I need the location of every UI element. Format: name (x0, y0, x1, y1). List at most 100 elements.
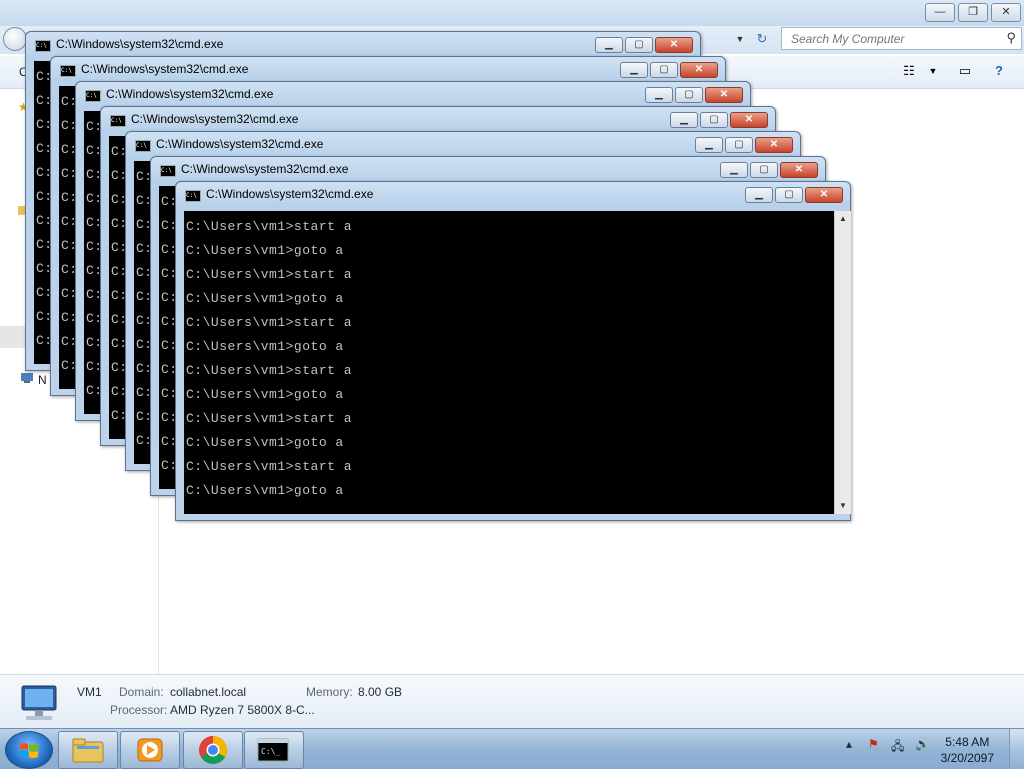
preview-pane-icon[interactable]: ▭ (956, 63, 974, 79)
cmd-window-icon[interactable]: C:\ (35, 40, 51, 52)
cmd-window-title: C:\Windows\system32\cmd.exe (156, 137, 324, 151)
address-dropdown-icon[interactable]: ▼ (733, 30, 747, 48)
cmd-icon: C:\_ (257, 738, 289, 762)
minimize-button[interactable]: ▁ (745, 187, 773, 203)
cmd-window-icon[interactable]: C:\ (110, 115, 126, 127)
close-button[interactable]: ✕ (655, 37, 693, 53)
console-line: C:\Users\vm1>start a (186, 411, 353, 426)
cmd-window-icon[interactable]: C:\ (60, 65, 76, 77)
scroll-down-arrow-icon[interactable]: ▼ (835, 498, 851, 514)
explorer-close-button[interactable]: ✕ (991, 3, 1021, 22)
nav-network-label: N (38, 373, 47, 387)
cmd-window-title: C:\Windows\system32\cmd.exe (106, 87, 274, 101)
svg-text:C:\_: C:\_ (261, 747, 280, 756)
windows-logo-icon (20, 743, 38, 758)
domain-label: Domain: (119, 685, 164, 699)
console-line: C:\Users\vm1>start a (186, 219, 353, 234)
clock-date: 3/20/2097 (940, 751, 994, 765)
domain-value: collabnet.local (170, 685, 247, 699)
cmd-titlebar[interactable]: C:\ C:\Windows\system32\cmd.exe ▁ ▢ ✕ (26, 32, 700, 58)
console-line: C:\Users\vm1>start a (186, 267, 353, 282)
cmd-window-icon[interactable]: C:\ (85, 90, 101, 102)
cmd-titlebar[interactable]: C:\ C:\Windows\system32\cmd.exe ▁ ▢ ✕ (126, 132, 800, 158)
close-button[interactable]: ✕ (730, 112, 768, 128)
cmd-window-title: C:\Windows\system32\cmd.exe (206, 187, 374, 201)
nav-item-network[interactable]: N (20, 372, 47, 387)
cmd-titlebar[interactable]: C:\ C:\Windows\system32\cmd.exe ▁ ▢ ✕ (151, 157, 825, 183)
view-dropdown-icon[interactable]: ▼ (924, 63, 942, 79)
show-hidden-icons-icon[interactable]: ▴ (846, 737, 852, 751)
computer-name: VM1 (77, 685, 102, 699)
taskbar-explorer-button[interactable] (58, 731, 118, 769)
taskbar-media-player-button[interactable] (120, 731, 180, 769)
search-box[interactable]: ⚲ (781, 27, 1022, 50)
back-button[interactable] (3, 27, 27, 51)
console-line: C:\Users\vm1>start a (186, 363, 353, 378)
maximize-button[interactable]: ▢ (775, 187, 803, 203)
console-line: C:\Users\vm1>goto a (186, 339, 344, 354)
clock[interactable]: 5:48 AM 3/20/2097 (941, 734, 994, 766)
console-line: C:\Users\vm1>goto a (186, 435, 344, 450)
processor-value: AMD Ryzen 7 5800X 8-C... (170, 703, 315, 717)
cmd-window-title: C:\Windows\system32\cmd.exe (181, 162, 349, 176)
memory-value: 8.00 GB (358, 685, 403, 699)
explorer-minimize-button[interactable]: — (925, 3, 955, 22)
vertical-scrollbar[interactable]: ▲▼ (834, 211, 851, 514)
cmd-titlebar[interactable]: C:\ C:\Windows\system32\cmd.exe ▁ ▢ ✕ (176, 182, 850, 208)
minimize-button[interactable]: ▁ (595, 37, 623, 53)
maximize-button[interactable]: ▢ (700, 112, 728, 128)
console-line: C:\Users\vm1>goto a (186, 387, 344, 402)
cmd-titlebar[interactable]: C:\ C:\Windows\system32\cmd.exe ▁ ▢ ✕ (51, 57, 725, 83)
chrome-icon (199, 736, 227, 764)
explorer-titlebar (0, 0, 1024, 26)
console-line: C:\Users\vm1>goto a (186, 291, 344, 306)
close-button[interactable]: ✕ (780, 162, 818, 178)
close-button[interactable]: ✕ (755, 137, 793, 153)
view-options-icon[interactable]: ☷ (900, 63, 918, 79)
explorer-maximize-button[interactable]: ❐ (958, 3, 988, 22)
maximize-button[interactable]: ▢ (750, 162, 778, 178)
cmd-window[interactable]: C:\ C:\Windows\system32\cmd.exe ▁▢✕ C:\User… (175, 181, 851, 521)
cmd-window-icon[interactable]: C:\ (160, 165, 176, 177)
console-line: C:\Users\vm1>start a (186, 459, 353, 474)
cmd-window-icon[interactable]: C:\ (185, 190, 201, 202)
help-icon[interactable]: ? (990, 63, 1008, 79)
cmd-window-icon[interactable]: C:\ (135, 140, 151, 152)
maximize-button[interactable]: ▢ (650, 62, 678, 78)
close-button[interactable]: ✕ (805, 187, 843, 203)
volume-icon[interactable]: 🔊 (915, 737, 930, 751)
cmd-titlebar[interactable]: C:\ C:\Windows\system32\cmd.exe ▁ ▢ ✕ (76, 82, 750, 108)
minimize-button[interactable]: ▁ (645, 87, 673, 103)
maximize-button[interactable]: ▢ (625, 37, 653, 53)
taskbar: C:\_ ▴ ⚑ 🖧 🔊 5:48 AM 3/20/2097 (0, 728, 1024, 769)
network-tray-icon[interactable]: 🖧 (891, 737, 904, 758)
start-button[interactable] (5, 731, 53, 769)
close-button[interactable]: ✕ (680, 62, 718, 78)
details-pane: VM1 Domain: collabnet.local Memory: 8.00… (0, 674, 1024, 729)
minimize-button[interactable]: ▁ (695, 137, 723, 153)
close-button[interactable]: ✕ (705, 87, 743, 103)
console-line: C:\Users\vm1>start a (186, 315, 353, 330)
maximize-button[interactable]: ▢ (725, 137, 753, 153)
clock-time: 5:48 AM (945, 735, 990, 749)
console-line: C:\Users\vm1>goto a (186, 483, 344, 498)
console-area[interactable]: C:\Users\vm1>start a C:\Users\vm1>goto a C… (184, 211, 834, 514)
cmd-window-title: C:\Windows\system32\cmd.exe (81, 62, 249, 76)
maximize-button[interactable]: ▢ (675, 87, 703, 103)
network-icon (21, 373, 33, 383)
folder-icon (72, 738, 104, 763)
taskbar-chrome-button[interactable] (183, 731, 243, 769)
action-center-flag-icon[interactable]: ⚑ (868, 737, 879, 751)
minimize-button[interactable]: ▁ (720, 162, 748, 178)
refresh-icon[interactable]: ↻ (751, 30, 773, 48)
minimize-button[interactable]: ▁ (670, 112, 698, 128)
search-icon[interactable]: ⚲ (1006, 30, 1016, 46)
scroll-up-arrow-icon[interactable]: ▲ (835, 211, 851, 227)
minimize-button[interactable]: ▁ (620, 62, 648, 78)
show-desktop-button[interactable] (1009, 729, 1024, 769)
search-input[interactable] (789, 31, 993, 47)
cmd-titlebar[interactable]: C:\ C:\Windows\system32\cmd.exe ▁ ▢ ✕ (101, 107, 775, 133)
taskbar-cmd-button[interactable]: C:\_ (244, 731, 304, 769)
memory-label: Memory: (306, 685, 353, 699)
cmd-window-title: C:\Windows\system32\cmd.exe (131, 112, 299, 126)
